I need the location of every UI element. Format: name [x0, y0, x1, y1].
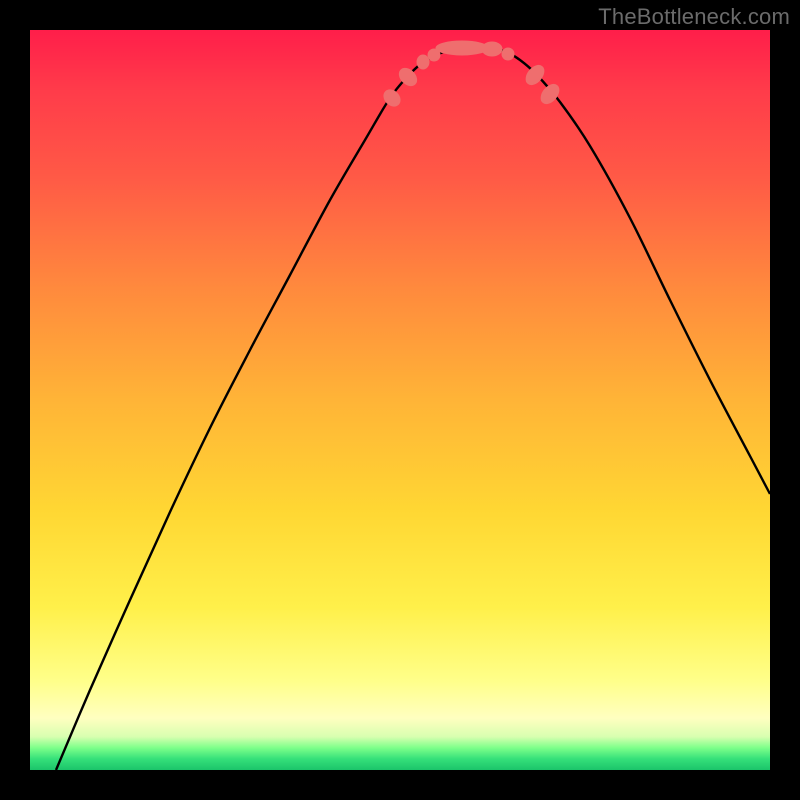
bottleneck-curve: [56, 47, 770, 770]
chart-frame: TheBottleneck.com: [0, 0, 800, 800]
curve-marker: [538, 81, 563, 107]
curve-marker: [417, 55, 429, 69]
curve-marker: [502, 48, 514, 60]
curve-markers: [381, 41, 563, 109]
curve-layer: [30, 30, 770, 770]
plot-area: [30, 30, 770, 770]
curve-marker: [482, 42, 502, 56]
watermark-text: TheBottleneck.com: [598, 4, 790, 30]
curve-marker: [436, 41, 488, 55]
